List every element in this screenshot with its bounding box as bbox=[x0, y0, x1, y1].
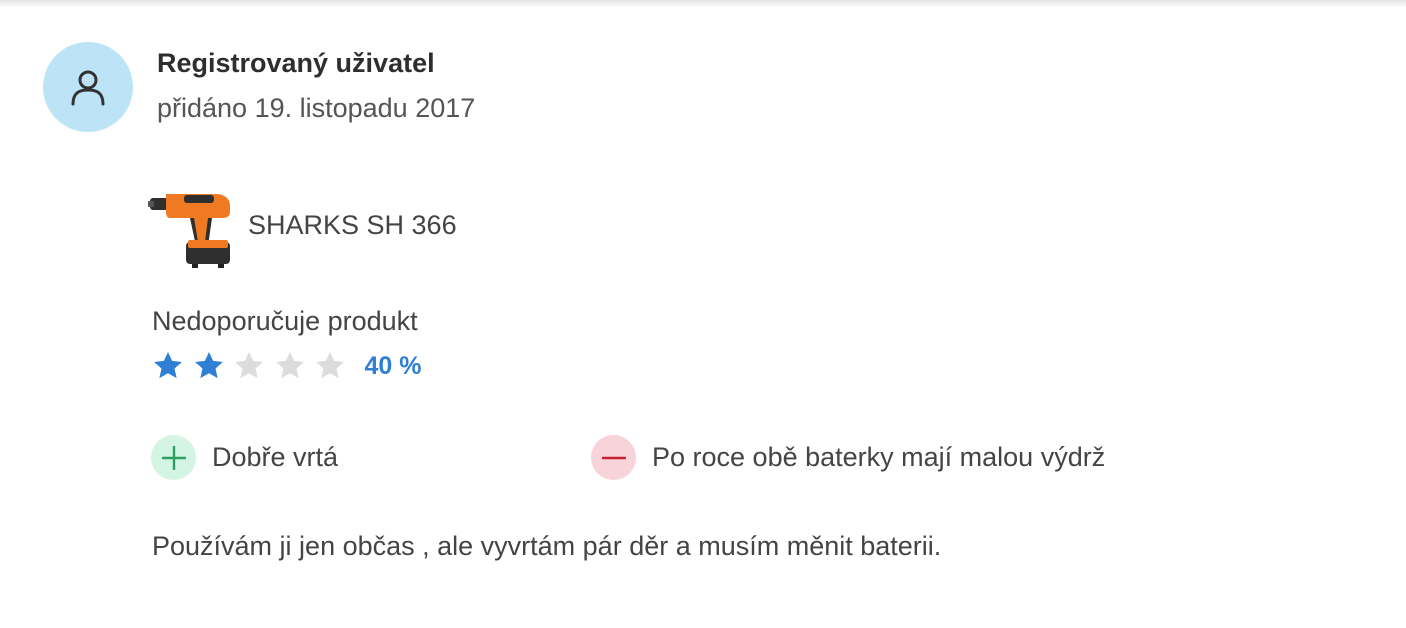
minus-icon bbox=[601, 456, 626, 459]
pro-text: Dobře vrtá bbox=[212, 442, 339, 472]
con-badge bbox=[591, 435, 636, 480]
star-filled-icon bbox=[194, 352, 223, 379]
pro-badge bbox=[151, 435, 196, 480]
top-divider-shadow bbox=[0, 0, 1406, 8]
rating-percent: 40 % bbox=[364, 351, 422, 380]
review-date: přidáno 19. listopadu 2017 bbox=[157, 93, 476, 123]
con-text: Po roce obě baterky mají malou výdrž bbox=[652, 442, 1106, 472]
pro-item: Dobře vrtá bbox=[151, 435, 338, 480]
review-body: Používám ji jen občas , ale vyvrtám pár … bbox=[152, 531, 942, 561]
star-empty-icon bbox=[316, 352, 344, 379]
product-image[interactable] bbox=[148, 184, 234, 270]
plus-icon bbox=[161, 445, 186, 470]
product-name[interactable]: SHARKS SH 366 bbox=[248, 210, 457, 241]
stars-container bbox=[152, 350, 355, 382]
star-filled-icon bbox=[154, 352, 182, 379]
star-empty-icon bbox=[235, 352, 263, 379]
star-empty-icon bbox=[275, 352, 304, 379]
avatar bbox=[43, 42, 133, 132]
recommendation-label: Nedoporučuje produkt bbox=[152, 306, 418, 336]
author-name: Registrovaný uživatel bbox=[157, 48, 435, 78]
star-rating: 40 % bbox=[152, 348, 421, 384]
con-item: Po roce obě baterky mají malou výdrž bbox=[591, 435, 1105, 480]
user-icon bbox=[71, 70, 105, 106]
